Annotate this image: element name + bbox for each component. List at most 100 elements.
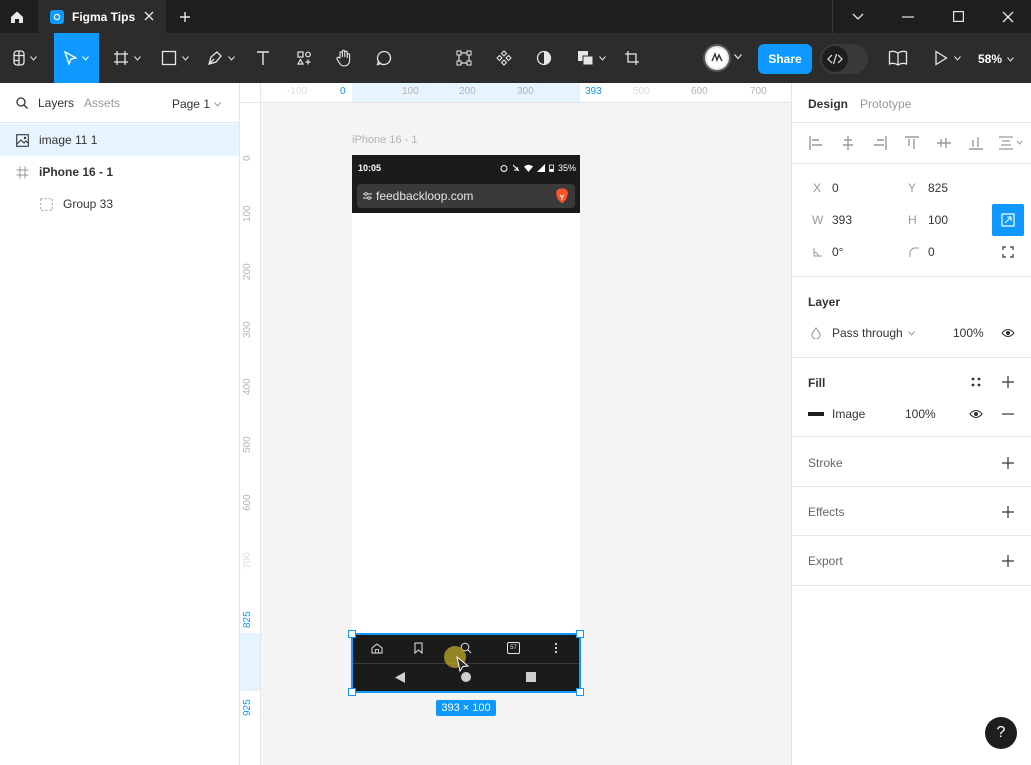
tab-design[interactable]: Design (808, 97, 848, 111)
height-input[interactable]: 100 (928, 213, 948, 227)
figma-file-icon (50, 9, 64, 24)
eye-icon[interactable] (968, 406, 984, 422)
move-tool[interactable] (54, 33, 99, 83)
main-menu-button[interactable] (6, 33, 44, 83)
layer-row[interactable]: Group 33 (0, 188, 239, 220)
constrain-proportions-button[interactable] (992, 204, 1024, 236)
y-input[interactable]: 825 (928, 181, 948, 195)
resources-tool[interactable] (290, 33, 318, 83)
create-component-button[interactable] (490, 33, 518, 83)
avatar[interactable] (703, 44, 731, 72)
close-window-button[interactable] (983, 0, 1031, 33)
resize-to-fit-icon (1001, 213, 1015, 227)
status-icons: 35% (500, 163, 576, 173)
share-button[interactable]: Share (758, 44, 812, 74)
add-stroke-icon[interactable] (1000, 455, 1016, 471)
layer-row[interactable]: iPhone 16 - 1 (0, 156, 239, 188)
file-tab[interactable]: Figma Tips (38, 0, 166, 33)
remove-fill-icon[interactable] (1000, 406, 1016, 422)
transform-button[interactable] (450, 33, 478, 83)
shape-tool[interactable] (156, 33, 194, 83)
image-fill-swatch[interactable] (808, 412, 824, 416)
battery-icon (549, 164, 554, 172)
blend-mode-dropdown[interactable]: Pass through (832, 326, 915, 340)
align-left-icon[interactable] (808, 135, 824, 151)
page-selector[interactable]: Page 1 (172, 97, 221, 111)
chevron-down-icon (598, 55, 606, 61)
radius-input[interactable]: 0 (928, 245, 935, 259)
resize-handle[interactable] (576, 630, 584, 638)
frame-icon (16, 166, 29, 179)
ruler-tick: 500 (242, 436, 253, 453)
library-button[interactable] (888, 50, 908, 66)
zoom-dropdown[interactable]: 58% (978, 46, 1028, 72)
tab-prototype[interactable]: Prototype (860, 97, 911, 111)
group-icon (40, 197, 53, 211)
crop-button[interactable] (618, 33, 646, 83)
ruler-corner (240, 83, 261, 103)
minimize-button[interactable] (883, 0, 933, 33)
align-vertical-center-icon[interactable] (936, 135, 952, 151)
tab-layers[interactable]: Layers (38, 96, 74, 110)
hand-icon (336, 49, 352, 67)
stroke-section: Stroke (792, 437, 1031, 487)
play-icon (934, 50, 948, 66)
ruler-tick: 0 (340, 86, 346, 97)
align-top-icon[interactable] (904, 135, 920, 151)
fill-type[interactable]: Image (832, 407, 865, 421)
align-bottom-icon[interactable] (968, 135, 984, 151)
x-label: X (813, 181, 822, 195)
text-tool[interactable] (250, 33, 276, 83)
chevron-down-icon[interactable] (734, 54, 742, 60)
x-input[interactable]: 0 (832, 181, 839, 195)
resize-handle[interactable] (348, 688, 356, 696)
eye-icon[interactable] (1000, 325, 1016, 341)
align-horizontal-center-icon[interactable] (840, 135, 856, 151)
tabs-dropdown-button[interactable] (833, 0, 883, 33)
add-effect-icon[interactable] (1000, 504, 1016, 520)
help-button[interactable]: ? (985, 717, 1017, 749)
resize-handle[interactable] (576, 688, 584, 696)
component-icon (496, 50, 512, 66)
width-input[interactable]: 393 (832, 213, 852, 227)
w-label: W (812, 213, 824, 227)
new-tab-button[interactable] (174, 6, 196, 28)
home-button[interactable] (0, 0, 34, 33)
export-section-title: Export (808, 554, 843, 568)
blend-mode-value: Pass through (832, 326, 903, 340)
layer-name: Group 33 (63, 197, 114, 211)
layer-row[interactable]: image 11 1 (0, 124, 239, 156)
add-export-icon[interactable] (1000, 553, 1016, 569)
styles-grid-icon[interactable] (968, 374, 984, 390)
fill-opacity-input[interactable]: 100% (905, 407, 936, 421)
pen-tool[interactable] (202, 33, 240, 83)
hand-tool[interactable] (330, 33, 358, 83)
mask-button[interactable] (530, 33, 558, 83)
boolean-button[interactable] (572, 33, 610, 83)
distribute-dropdown[interactable] (998, 135, 1024, 151)
layer-opacity-input[interactable]: 100% (953, 326, 984, 340)
align-right-icon[interactable] (872, 135, 888, 151)
close-tab-icon[interactable] (142, 9, 156, 23)
alignment-bar (792, 123, 1031, 164)
maximize-button[interactable] (933, 0, 983, 33)
ruler-tick: 825 (242, 611, 253, 628)
resize-handle[interactable] (348, 630, 356, 638)
iphone-frame[interactable] (352, 155, 580, 692)
frame-tool[interactable] (108, 33, 146, 83)
size-badge: 393 × 100 (436, 700, 496, 716)
independent-corners-icon[interactable] (1000, 244, 1016, 260)
ruler-tick: 500 (633, 86, 650, 97)
rotation-input[interactable]: 0° (832, 245, 843, 259)
add-fill-icon[interactable] (1000, 374, 1016, 390)
left-panel-tabs: Layers Assets Page 1 (0, 83, 239, 123)
site-settings-icon (363, 192, 372, 200)
frame-label[interactable]: iPhone 16 - 1 (352, 134, 417, 146)
search-icon[interactable] (16, 96, 28, 109)
rectangle-icon (161, 50, 177, 66)
comment-tool[interactable] (370, 33, 398, 83)
tab-assets[interactable]: Assets (84, 96, 120, 110)
layer-name: iPhone 16 - 1 (39, 165, 114, 179)
present-button[interactable] (934, 50, 961, 66)
comment-icon (376, 50, 392, 66)
